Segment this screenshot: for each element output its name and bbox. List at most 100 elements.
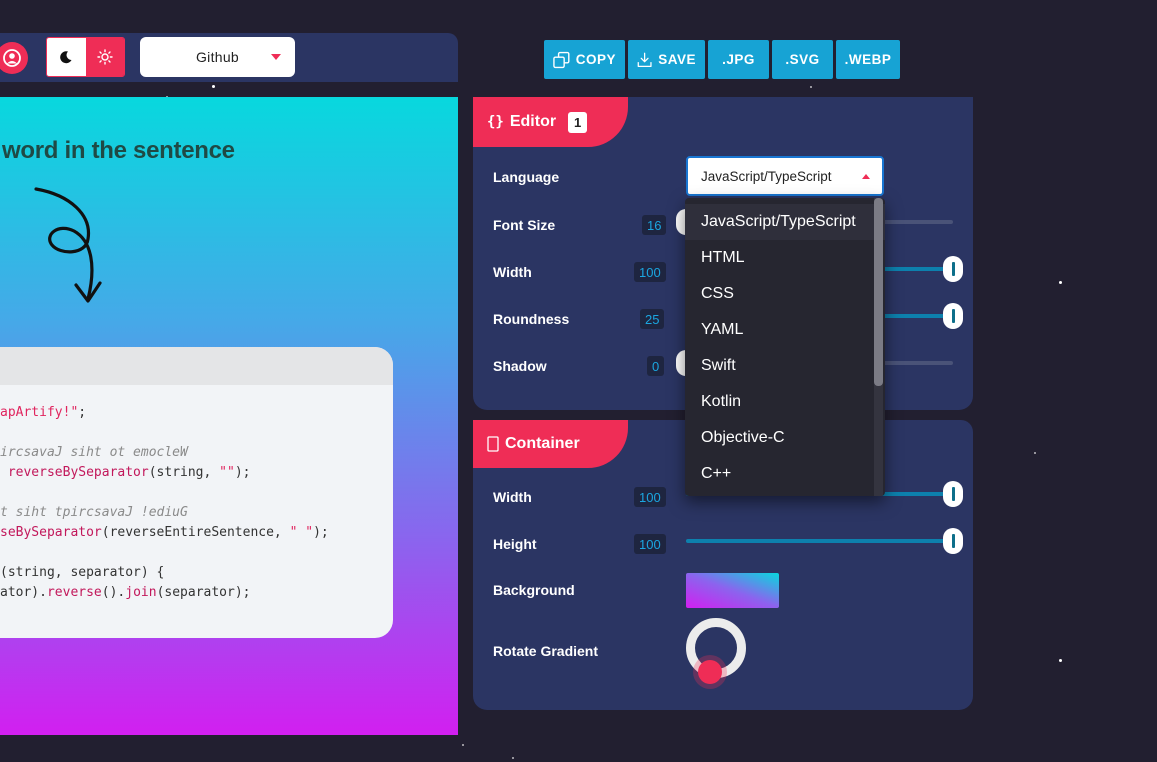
code-token: " " (289, 525, 314, 540)
save-button[interactable]: SAVE (628, 40, 705, 79)
code-line: (string, separator) { (0, 563, 393, 583)
editor-tab-badge: 1 (568, 111, 588, 133)
shadow-value: 0 (647, 356, 665, 376)
star-decoration (1059, 281, 1062, 284)
language-option[interactable]: Kotlin (685, 384, 885, 420)
roundness-label: Roundness (493, 311, 570, 327)
code-token: reverse (46, 585, 102, 600)
code-token: (string, separator) { (0, 565, 165, 580)
background-gradient-swatch[interactable] (686, 573, 779, 608)
code-window: apArtify!"; ircsavaJ siht ot emocleW reve… (0, 347, 393, 638)
top-toolbar: Github (0, 33, 458, 82)
user-icon (3, 49, 21, 67)
code-token: reverseBySeparator (7, 465, 149, 480)
language-select[interactable]: JavaScript/TypeScript (686, 156, 884, 196)
shadow-label: Shadow (493, 358, 547, 374)
code-theme-value: Github (195, 49, 240, 65)
roundness-slider-thumb[interactable] (943, 303, 963, 329)
container-tab-label: Container (505, 435, 580, 452)
language-option[interactable]: Objective-C (685, 420, 885, 456)
language-option[interactable]: Swift (685, 348, 885, 384)
editor-tab[interactable]: {} Editor 1 (473, 97, 628, 147)
dark-mode-button[interactable] (47, 38, 86, 76)
code-token: ); (234, 465, 251, 480)
code-token: (string, (148, 465, 220, 480)
preview-canvas: word in the sentence apArtify!"; ircsavaJ… (0, 97, 458, 735)
code-line: reverseBySeparator(string, ""); (0, 463, 393, 483)
font-size-value: 16 (642, 215, 667, 235)
language-option[interactable]: JavaScript/TypeScript (685, 204, 885, 240)
language-option[interactable]: C++ (685, 456, 885, 492)
code-token: (). (101, 585, 126, 600)
container-width-value: 100 (634, 487, 666, 507)
code-token: (reverseEntireSentence, (101, 525, 290, 540)
language-option[interactable]: HTML (685, 240, 885, 276)
font-size-label: Font Size (493, 217, 556, 233)
moon-icon (60, 51, 72, 64)
container-height-value: 100 (634, 534, 666, 554)
container-width-slider-thumb[interactable] (943, 481, 963, 507)
code-token: ); (313, 525, 329, 540)
code-token: ; (78, 405, 87, 420)
language-option[interactable]: YAML (685, 312, 885, 348)
code-line: apArtify!"; (0, 403, 393, 423)
braces-icon: {} (487, 114, 504, 130)
code-line: ircsavaJ siht ot emocleW (0, 443, 393, 463)
code-token: (separator); (156, 585, 251, 600)
language-option[interactable]: CSS (685, 276, 885, 312)
light-mode-button[interactable] (85, 38, 124, 76)
code-token: ircsavaJ siht ot emocleW (0, 445, 188, 460)
code-token: join (125, 585, 157, 600)
star-decoration (1059, 659, 1062, 662)
container-height-slider-thumb[interactable] (943, 528, 963, 554)
code-line: ator).reverse().join(separator); (0, 583, 393, 603)
code-token: t siht tpircsavaJ !ediuG (0, 505, 188, 520)
copy-button[interactable]: COPY (544, 40, 625, 79)
copy-label: COPY (575, 52, 616, 67)
export-svg-button[interactable]: .SVG (772, 40, 833, 79)
code-window-header (0, 347, 393, 385)
code-token: "" (219, 465, 235, 480)
export-webp-button[interactable]: .WEBP (836, 40, 900, 79)
code-line: t siht tpircsavaJ !ediuG (0, 503, 393, 523)
star-decoration (212, 85, 215, 88)
export-jpg-label: .JPG (722, 52, 755, 67)
container-height-slider[interactable] (686, 539, 953, 543)
rotate-gradient-knob[interactable] (693, 655, 727, 689)
export-toolbar: COPY SAVE .JPG .SVG .WEBP (544, 40, 900, 79)
user-avatar[interactable] (0, 42, 28, 74)
editor-tab-label: Editor (509, 113, 557, 130)
copy-icon (553, 51, 570, 68)
container-width-label: Width (493, 489, 532, 505)
dropdown-scrollbar-thumb[interactable] (874, 198, 883, 386)
rotate-gradient-label: Rotate Gradient (493, 643, 599, 659)
background-label: Background (493, 582, 575, 598)
width-slider-thumb[interactable] (943, 256, 963, 282)
download-icon (637, 52, 652, 67)
width-label: Width (493, 264, 532, 280)
language-dropdown-list: JavaScript/TypeScript HTML CSS YAML Swift Kot… (685, 198, 885, 496)
language-select-value: JavaScript/TypeScript (701, 168, 832, 184)
width-value: 100 (634, 262, 666, 282)
language-label: Language (493, 169, 560, 185)
container-tab[interactable]: Container (473, 420, 628, 468)
export-jpg-button[interactable]: .JPG (708, 40, 769, 79)
save-label: SAVE (658, 52, 696, 67)
sun-icon (97, 49, 113, 65)
code-theme-select[interactable]: Github (140, 37, 295, 77)
export-webp-label: .WEBP (844, 52, 892, 67)
export-svg-label: .SVG (785, 52, 820, 67)
container-height-label: Height (493, 536, 537, 552)
roundness-value: 25 (640, 309, 665, 329)
star-decoration (810, 86, 812, 88)
curly-arrow-icon (34, 187, 102, 303)
canvas-title: word in the sentence (2, 137, 235, 164)
star-decoration (1034, 452, 1036, 454)
code-token: ator). (0, 585, 47, 600)
frame-icon (487, 436, 499, 452)
chevron-up-icon (862, 174, 870, 179)
code-editor[interactable]: apArtify!"; ircsavaJ siht ot emocleW reve… (0, 385, 393, 603)
